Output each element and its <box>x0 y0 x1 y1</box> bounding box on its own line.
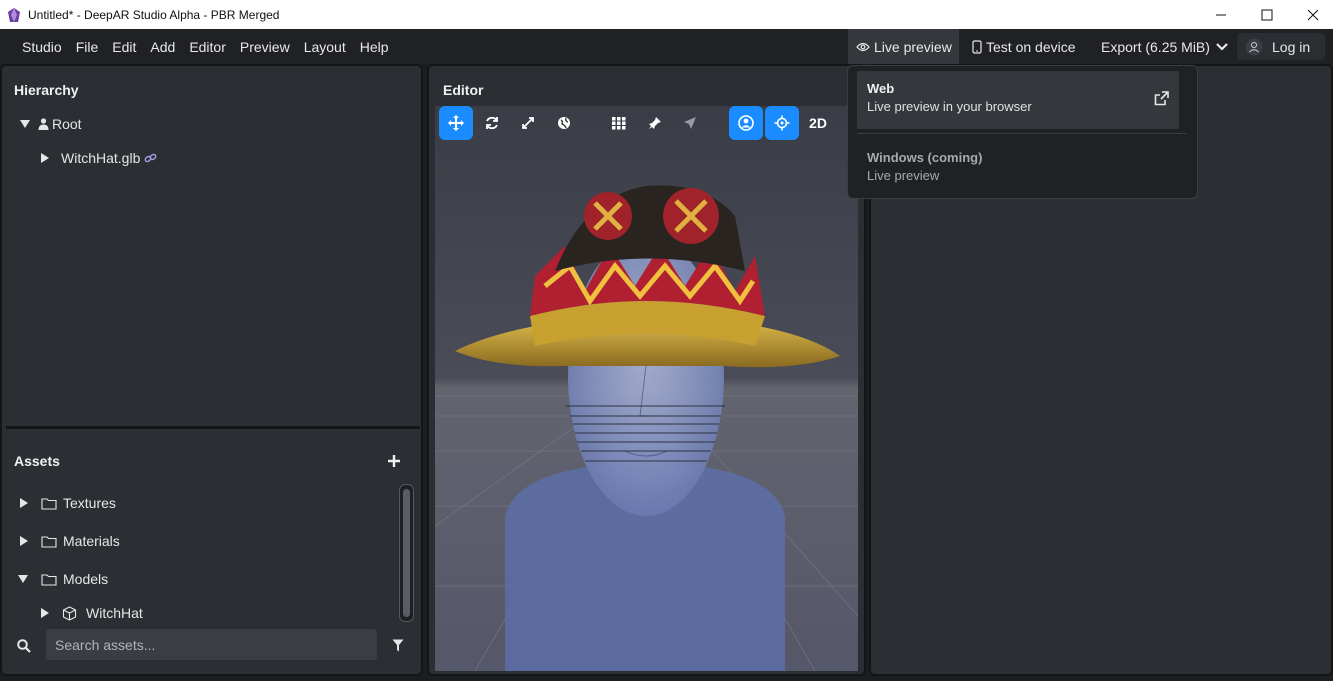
link-icon <box>144 153 157 162</box>
test-on-device-label: Test on device <box>986 38 1076 55</box>
option-subtitle: Live preview <box>867 168 940 183</box>
move-tool-button[interactable] <box>439 106 473 140</box>
login-label: Log in <box>1272 38 1311 55</box>
folder-icon <box>41 535 57 548</box>
maximize-button[interactable] <box>1244 0 1290 29</box>
editor-viewport[interactable] <box>435 106 858 671</box>
menu-layout[interactable]: Layout <box>297 29 353 64</box>
export-label: Export (6.25 MiB) <box>1101 38 1210 55</box>
scale-tool-button[interactable] <box>511 106 545 140</box>
asset-folder-models[interactable]: Models <box>18 571 108 587</box>
close-button[interactable] <box>1290 0 1333 29</box>
login-button[interactable]: Log in <box>1237 33 1325 60</box>
mode-2d-button[interactable]: 2D <box>801 106 835 140</box>
target-toggle-button[interactable] <box>765 106 799 140</box>
model-label: WitchHat <box>86 605 143 621</box>
face-tracking-button[interactable] <box>729 106 763 140</box>
model-cube-icon <box>62 605 77 621</box>
folder-label: Textures <box>63 495 116 511</box>
face-tracking-icon <box>738 115 754 131</box>
hierarchy-panel: Hierarchy Root WitchHat.glb Assets Textu… <box>0 64 423 676</box>
world-space-button[interactable] <box>547 106 581 140</box>
rotate-tool-button[interactable] <box>475 106 509 140</box>
preview-option-web[interactable]: Web Live preview in your browser <box>857 71 1179 129</box>
menu-preview[interactable]: Preview <box>233 29 297 64</box>
filter-icon[interactable] <box>392 639 404 652</box>
asset-folder-materials[interactable]: Materials <box>20 533 120 549</box>
globe-icon <box>558 117 570 129</box>
expand-arrow-icon[interactable] <box>20 120 30 128</box>
live-preview-button[interactable]: Live preview <box>848 29 959 64</box>
expand-arrow-icon[interactable] <box>20 536 28 546</box>
search-assets-input[interactable] <box>46 629 377 660</box>
deepar-logo-icon <box>8 7 20 22</box>
person-icon <box>38 118 49 130</box>
window-titlebar: Untitled* - DeepAR Studio Alpha - PBR Me… <box>0 0 1333 29</box>
editor-panel: Editor 2D <box>427 64 866 676</box>
folder-label: Materials <box>63 533 120 549</box>
menu-file[interactable]: File <box>69 29 106 64</box>
scene-render[interactable] <box>435 106 858 671</box>
chevron-down-icon <box>1216 42 1228 51</box>
folder-label: Models <box>63 571 109 587</box>
dropdown-divider <box>857 133 1187 134</box>
eye-icon <box>856 42 870 51</box>
user-icon <box>1245 38 1263 55</box>
menu-bar: Studio File Edit Add Editor Preview Layo… <box>0 29 1333 64</box>
live-preview-label: Live preview <box>874 38 952 55</box>
minimize-button[interactable] <box>1198 0 1244 29</box>
add-asset-icon[interactable] <box>388 455 400 467</box>
expand-arrow-icon[interactable] <box>20 498 28 508</box>
scrollbar-thumb[interactable] <box>403 489 410 617</box>
live-preview-dropdown: Web Live preview in your browser Windows… <box>847 65 1198 199</box>
hierarchy-title: Hierarchy <box>14 82 79 98</box>
pin-toggle-button[interactable] <box>638 106 672 140</box>
menu-editor[interactable]: Editor <box>182 29 233 64</box>
assets-title: Assets <box>14 453 60 469</box>
tree-item-witchhat-glb[interactable]: WitchHat.glb <box>41 150 157 166</box>
main-menu: Studio File Edit Add Editor Preview Layo… <box>15 29 396 64</box>
option-title: Windows (coming) <box>867 150 983 165</box>
grid-toggle-button[interactable] <box>602 106 636 140</box>
option-subtitle: Live preview in your browser <box>867 99 1032 114</box>
assets-scrollbar[interactable] <box>399 484 414 622</box>
asset-folder-textures[interactable]: Textures <box>20 495 116 511</box>
root-label: Root <box>52 116 82 132</box>
minimize-icon <box>1216 14 1226 15</box>
tree-item-root[interactable]: Root <box>20 116 82 132</box>
expand-arrow-icon[interactable] <box>18 575 28 583</box>
panel-divider[interactable] <box>6 426 420 429</box>
scale-icon <box>522 117 534 129</box>
preview-option-windows[interactable]: Windows (coming) Live preview <box>857 142 1179 192</box>
navigate-button[interactable] <box>673 106 707 140</box>
folder-icon <box>41 573 57 586</box>
grid-icon <box>612 117 626 130</box>
phone-icon <box>972 39 982 54</box>
menu-add[interactable]: Add <box>143 29 182 64</box>
menu-edit[interactable]: Edit <box>105 29 143 64</box>
target-icon <box>774 115 790 131</box>
test-on-device-button[interactable]: Test on device <box>972 29 1076 64</box>
option-title: Web <box>867 81 895 96</box>
move-icon <box>448 115 464 131</box>
rotate-icon <box>486 116 498 130</box>
witchhat-glb-label: WitchHat.glb <box>61 150 141 166</box>
menu-help[interactable]: Help <box>353 29 396 64</box>
export-button[interactable]: Export (6.25 MiB) <box>1101 29 1233 64</box>
search-icon <box>17 639 31 653</box>
menu-studio[interactable]: Studio <box>15 29 69 64</box>
editor-title: Editor <box>443 82 484 98</box>
window-title: Untitled* - DeepAR Studio Alpha - PBR Me… <box>28 7 280 22</box>
asset-model-witchhat[interactable]: WitchHat <box>41 605 143 621</box>
navigate-icon <box>684 117 696 129</box>
expand-arrow-icon[interactable] <box>41 608 49 618</box>
pin-icon <box>649 117 661 129</box>
expand-arrow-icon[interactable] <box>41 153 49 163</box>
folder-icon <box>41 497 57 510</box>
close-icon <box>1307 9 1319 20</box>
maximize-icon <box>1261 9 1273 20</box>
external-link-icon <box>1154 91 1169 106</box>
